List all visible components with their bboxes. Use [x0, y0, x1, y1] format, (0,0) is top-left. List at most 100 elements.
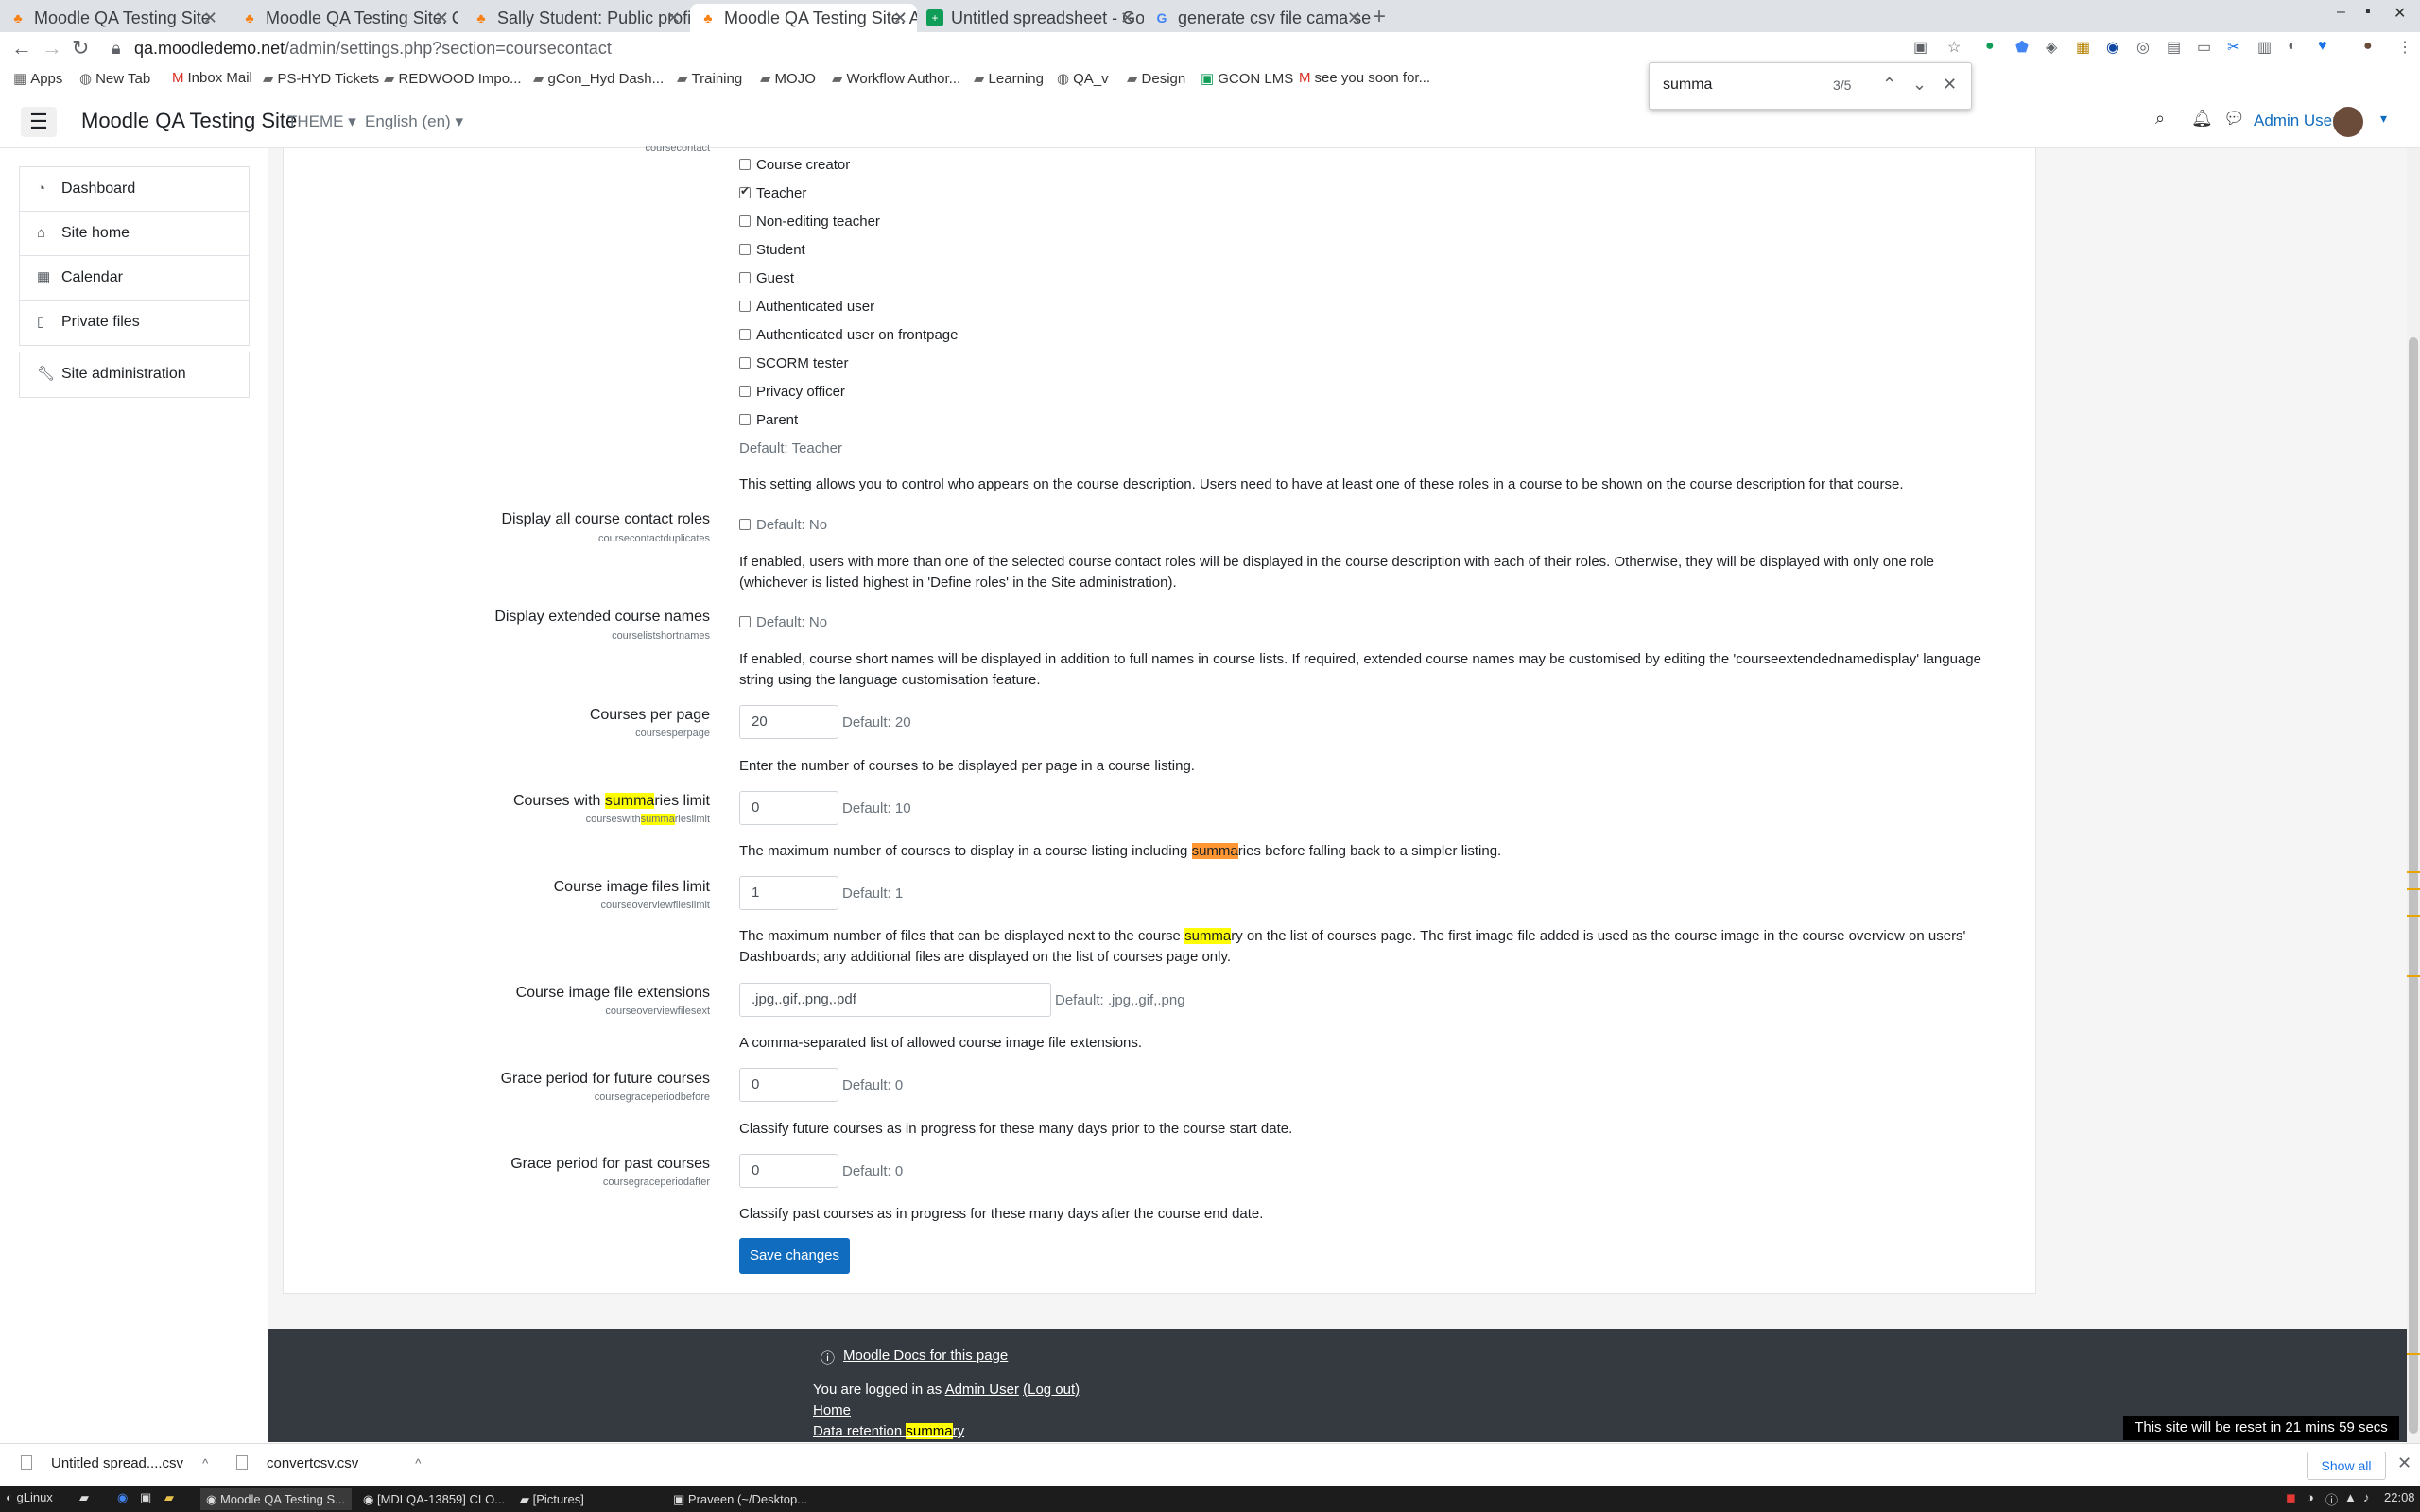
window-close-icon[interactable]: ✕	[2394, 4, 2406, 23]
role-checkbox-scorm-tester[interactable]: SCORM tester	[739, 355, 849, 371]
folder-icon[interactable]: ▰	[164, 1490, 174, 1505]
find-close-icon[interactable]: ✕	[1943, 75, 1957, 94]
drawer-item-dashboard[interactable]: ◔ Dashboard	[20, 167, 249, 212]
logout-link[interactable]: (Log out)	[1023, 1382, 1080, 1398]
scrollbar-thumb[interactable]	[2409, 337, 2418, 1434]
logged-in-user-link[interactable]: Admin User	[945, 1382, 1019, 1398]
scissors-icon[interactable]: ✂	[2227, 38, 2239, 57]
theme-menu[interactable]: THEME ▾	[287, 112, 356, 131]
role-checkbox-authenticated-frontpage[interactable]: Authenticated user on frontpage	[739, 327, 959, 343]
footer-home-link[interactable]: Home	[813, 1402, 851, 1418]
profile-avatar-icon[interactable]: ●	[2363, 38, 2373, 55]
find-previous-icon[interactable]: ⌃	[1882, 75, 1896, 94]
extension-icon[interactable]: ▤	[2167, 38, 2181, 57]
chat-icon[interactable]: 💬︎	[2223, 109, 2245, 129]
tray-icon[interactable]: ▲	[2344, 1490, 2357, 1504]
coursecontactduplicates-checkbox[interactable]: Default: No	[739, 517, 827, 533]
moodle-docs-link[interactable]: Moodle Docs for this page	[843, 1348, 1008, 1364]
bookmark-inbox[interactable]: M Inbox Mail	[172, 70, 252, 86]
role-checkbox-parent[interactable]: Parent	[739, 412, 798, 428]
extension-icon[interactable]: ◎	[2136, 38, 2150, 57]
close-tab-icon[interactable]: ✕	[1120, 4, 1134, 32]
bookmark-star-icon[interactable]: ☆	[1947, 38, 1961, 57]
bookmark-new-tab[interactable]: ◍ New Tab	[79, 70, 150, 87]
role-checkbox-teacher[interactable]: Teacher	[739, 184, 806, 201]
address-bar[interactable]: 🔒︎ qa.moodledemo.net/admin/settings.php?…	[112, 36, 1945, 60]
find-next-icon[interactable]: ⌄	[1912, 75, 1927, 94]
user-menu[interactable]: Admin User	[2254, 112, 2338, 130]
drawer-toggle-button[interactable]: ☰	[21, 107, 57, 137]
bookmark-workflow[interactable]: ▰ Workflow Author...	[832, 70, 960, 87]
tab-google-search[interactable]: Ggenerate csv file cama separ✕	[1144, 4, 1371, 32]
avatar[interactable]	[2333, 107, 2363, 137]
new-tab-icon[interactable]: +	[1373, 4, 1386, 30]
role-checkbox-privacy-officer[interactable]: Privacy officer	[739, 384, 845, 400]
bell-icon[interactable]: 🔔︎	[2191, 109, 2213, 129]
close-tab-icon[interactable]: ✕	[893, 4, 908, 32]
data-retention-summary-link[interactable]: Data retention summary	[813, 1423, 964, 1439]
drawer-item-private-files[interactable]: ▯ Private files	[20, 301, 249, 345]
taskbar-moodle[interactable]: ◉ Moodle QA Testing S...	[200, 1488, 352, 1510]
courseoverviewfilesext-input[interactable]: .jpg,.gif,.png,.pdf	[739, 983, 1051, 1017]
search-icon[interactable]: ⌕	[2155, 109, 2165, 129]
role-checkbox-guest[interactable]: Guest	[739, 270, 794, 286]
maximize-icon[interactable]: ▪	[2365, 4, 2371, 21]
courselistshortnames-checkbox[interactable]: Default: No	[739, 614, 827, 630]
extension-icon[interactable]: ⬟	[2015, 38, 2029, 57]
tray-icon[interactable]: ◼	[2286, 1490, 2296, 1505]
tab-spreadsheet[interactable]: +Untitled spreadsheet - Googl✕	[917, 4, 1144, 32]
bookmark-qa-v[interactable]: ◍ QA_v	[1057, 70, 1109, 87]
role-checkbox-authenticated-user[interactable]: Authenticated user	[739, 299, 874, 315]
bookmark-apps[interactable]: ▦ Apps	[13, 70, 62, 87]
page-scrollbar[interactable]	[2407, 148, 2420, 1443]
download-item-convertcsv[interactable]: convertcsv.csv ^	[236, 1455, 421, 1471]
extension-icon[interactable]: ●	[1985, 38, 1995, 55]
show-all-downloads-button[interactable]: Show all	[2307, 1452, 2386, 1480]
bookmark-ps-hyd[interactable]: ▰ PS-HYD Tickets	[263, 70, 379, 87]
bookmark-learning[interactable]: ▰ Learning	[974, 70, 1044, 87]
extension-icon[interactable]: ▭	[2197, 38, 2211, 57]
bookmark-gcon-dash[interactable]: ▰ gCon_Hyd Dash...	[533, 70, 664, 87]
taskbar-pictures[interactable]: ▰ [Pictures]	[514, 1488, 666, 1510]
forward-icon[interactable]: →	[42, 36, 62, 60]
find-input[interactable]: summa	[1663, 77, 1712, 94]
role-checkbox-course-creator[interactable]: Course creator	[739, 157, 850, 173]
bookmark-design[interactable]: ▰ Design	[1127, 70, 1185, 87]
minimize-icon[interactable]: –	[2337, 4, 2345, 21]
tray-icon[interactable]: ⓘ	[2325, 1490, 2338, 1508]
save-changes-button[interactable]: Save changes	[739, 1238, 850, 1274]
menu-dots-icon[interactable]: ⋮	[2397, 38, 2412, 57]
find-icon[interactable]: ▣	[1913, 38, 1927, 57]
close-downloads-icon[interactable]: ✕	[2397, 1453, 2411, 1473]
taskbar-terminal[interactable]: ▣ Praveen (~/Desktop...	[667, 1488, 819, 1510]
chrome-icon[interactable]: ◉	[117, 1490, 128, 1505]
language-menu[interactable]: English (en) ▾	[365, 112, 463, 131]
bookmark-mojo[interactable]: ▰ MOJO	[760, 70, 816, 87]
start-menu[interactable]: ◐ gLinux	[6, 1490, 53, 1504]
extension-icon[interactable]: ◉	[2106, 38, 2119, 57]
drawer-item-calendar[interactable]: ▦ Calendar	[20, 256, 249, 301]
coursegraceperiodafter-input[interactable]: 0	[739, 1154, 838, 1188]
volume-icon[interactable]: ♪	[2363, 1490, 2370, 1504]
extension-icon[interactable]: ▥	[2257, 38, 2272, 57]
tray-icon[interactable]: ◑	[2307, 1490, 2314, 1504]
caret-down-icon[interactable]: ▾	[2380, 111, 2387, 127]
reload-icon[interactable]: ↻	[72, 36, 89, 60]
role-checkbox-non-editing-teacher[interactable]: Non-editing teacher	[739, 214, 880, 230]
tab-moodle-admin[interactable]: ♣Moodle QA Testing Site: Adm✕	[690, 4, 917, 32]
taskbar-mdlqa[interactable]: ◉ [MDLQA-13859] CLO...	[357, 1488, 509, 1510]
courseoverviewfileslimit-input[interactable]: 1	[739, 876, 838, 910]
close-tab-icon[interactable]: ✕	[203, 4, 217, 32]
download-item-untitled[interactable]: Untitled spread....csv ^	[21, 1455, 208, 1471]
drawer-item-site-administration[interactable]: 🔧︎ Site administration	[20, 352, 249, 397]
bookmark-redwood[interactable]: ▰ REDWOOD Impo...	[384, 70, 522, 87]
extension-icon[interactable]: ♥	[2318, 38, 2327, 55]
extension-icon[interactable]: ◐	[2288, 38, 2297, 55]
bookmark-training[interactable]: ▰ Training	[677, 70, 742, 87]
bookmark-gcon-lms[interactable]: ▣ GCON LMS	[1201, 70, 1293, 87]
terminal-icon[interactable]: ▣	[140, 1490, 151, 1505]
tab-moodle-qa[interactable]: ♣ Moodle QA Testing Site ✕	[0, 4, 227, 32]
extension-icon[interactable]: ◈	[2046, 38, 2057, 57]
site-brand[interactable]: Moodle QA Testing Site	[81, 109, 297, 133]
bookmark-see-you-soon[interactable]: Msee you soon for...	[1299, 70, 1430, 86]
